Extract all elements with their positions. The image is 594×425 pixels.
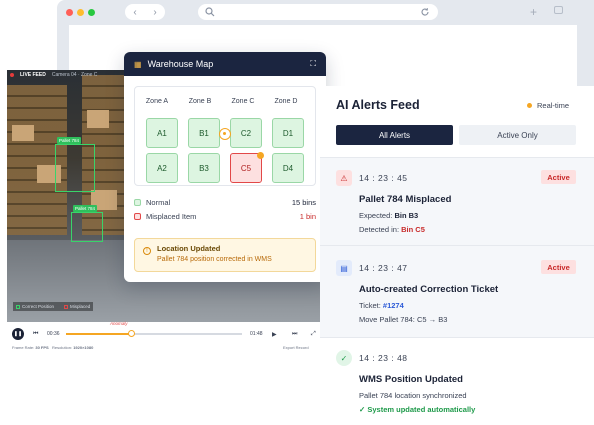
pallet-box [87, 110, 109, 128]
fullscreen-icon[interactable]: ⤢ [311, 331, 316, 338]
alert-dot [257, 152, 264, 159]
export-record-link[interactable]: Export Record [283, 345, 309, 350]
alert-title: Auto-created Correction Ticket [359, 284, 499, 295]
skip-forward-icon[interactable]: ⏭ [292, 331, 297, 338]
misplaced-icon [64, 305, 69, 309]
alert-detail: Expected: Bin B3 [359, 211, 419, 220]
new-tab-button[interactable]: + [530, 5, 537, 19]
detection-box [71, 212, 103, 242]
detection-tag: Pallet 784 [57, 137, 82, 144]
play-icon[interactable]: ▶ [272, 331, 277, 338]
pallet-box [12, 125, 34, 141]
bin-d4[interactable]: D4 [272, 153, 304, 183]
alert-title: WMS Position Updated [359, 374, 463, 385]
camera-label: Camera 04 · Zone C [51, 72, 98, 78]
status-badge: Active [541, 260, 576, 274]
notice-title: Location Updated [157, 244, 221, 253]
alert-detail: Ticket: #1274 [359, 301, 404, 310]
pause-button[interactable]: ❚❚ [12, 328, 24, 340]
alert-detail: Detected in: Bin C5 [359, 225, 425, 234]
expand-icon[interactable]: ⛶ [310, 59, 316, 69]
bin-a2[interactable]: A2 [146, 153, 178, 183]
window-icon[interactable] [554, 6, 563, 14]
zone-label: Zone B [188, 98, 212, 105]
live-indicator: LIVE FEED Camera 04 · Zone C [10, 72, 97, 78]
legend-normal: Normal [134, 198, 170, 207]
search-icon [205, 7, 215, 17]
zone-label: Zone C [231, 98, 255, 105]
tab-all-alerts[interactable]: All Alerts [336, 125, 453, 145]
status-badge: Active [541, 170, 576, 184]
legend-correct-label: Correct Position [22, 304, 55, 309]
alert-title: Pallet 784 Misplaced [359, 194, 452, 205]
skip-back-icon[interactable]: ⏮ [33, 331, 38, 338]
alerts-title: AI Alerts Feed [336, 98, 420, 112]
legend-misplaced: Misplaced Item [134, 212, 196, 221]
progress-fill [66, 333, 132, 335]
zone-label: Zone D [274, 98, 298, 105]
map-header: ▦ Warehouse Map ⛶ [124, 52, 326, 76]
correct-position-icon [16, 305, 20, 309]
ticket-icon: ▤ [336, 260, 352, 276]
minimize-window-button[interactable] [77, 9, 84, 16]
back-button[interactable]: ‹ [133, 7, 136, 18]
alert-time: 14 : 23 : 47 [359, 263, 408, 273]
normal-swatch [134, 199, 141, 206]
address-bar[interactable] [198, 4, 438, 20]
alert-detail: Move Pallet 784: C5 → B3 [359, 315, 448, 324]
video-legend: Correct Position Misplaced [13, 302, 94, 311]
alert-detail: Pallet 784 location synchronized [359, 391, 467, 400]
alert-card[interactable]: ▤ 14 : 23 : 47 Active Auto-created Corre… [320, 245, 594, 337]
alert-time: 14 : 23 : 45 [359, 173, 408, 183]
bin-b3[interactable]: B3 [188, 153, 220, 183]
realtime-indicator: Real-time [527, 101, 569, 110]
bin-d1[interactable]: D1 [272, 118, 304, 148]
map-title: Warehouse Map [147, 59, 214, 69]
misplaced-swatch [134, 213, 141, 220]
bin-c2[interactable]: C2 [230, 118, 262, 148]
forward-button[interactable]: › [153, 7, 156, 18]
alert-time: 14 : 23 : 48 [359, 353, 408, 363]
maximize-window-button[interactable] [88, 9, 95, 16]
player-controls [7, 322, 320, 356]
live-dot-icon [10, 73, 14, 77]
legend-misplaced-value: 1 bin [299, 212, 316, 221]
reload-icon[interactable] [420, 7, 430, 17]
info-icon: ! [143, 247, 151, 255]
alert-card[interactable]: ✓ 14 : 23 : 48 WMS Position Updated Pall… [320, 337, 594, 425]
current-time: 00:36 [47, 331, 60, 337]
warning-icon: ⚠ [336, 170, 352, 186]
legend-misplaced-label: Misplaced [70, 304, 91, 309]
progress-track[interactable] [66, 333, 242, 335]
zone-label: Zone A [145, 98, 169, 105]
alert-card[interactable]: ⚠ 14 : 23 : 45 Active Pallet 784 Misplac… [320, 157, 594, 245]
bin-a1[interactable]: A1 [146, 118, 178, 148]
location-updated-notice: ! Location Updated Pallet 784 position c… [134, 238, 316, 272]
anomaly-marker[interactable]: Anomaly [110, 321, 128, 326]
total-time: 01:48 [250, 331, 263, 337]
legend-normal-value: 15 bins [291, 198, 316, 207]
tab-active-only[interactable]: Active Only [459, 125, 576, 145]
alert-detail: ✓ System updated automatically [359, 405, 476, 414]
close-window-button[interactable] [66, 9, 73, 16]
detection-box [55, 144, 95, 192]
bin-b1[interactable]: B1 [188, 118, 220, 148]
notice-text: Pallet 784 position corrected in WMS [157, 256, 272, 263]
video-meta: Frame Rate: 30 FPS Resolution: 1920×1080 [12, 345, 94, 350]
check-circle-icon: ✓ [336, 350, 352, 366]
realtime-dot-icon [527, 103, 532, 108]
browser-nav: ‹ › [125, 4, 165, 20]
live-label: LIVE FEED [20, 72, 46, 78]
map-icon: ▦ [134, 59, 142, 69]
detection-tag: Pallet 784 [73, 205, 98, 212]
target-marker-icon [219, 128, 231, 140]
